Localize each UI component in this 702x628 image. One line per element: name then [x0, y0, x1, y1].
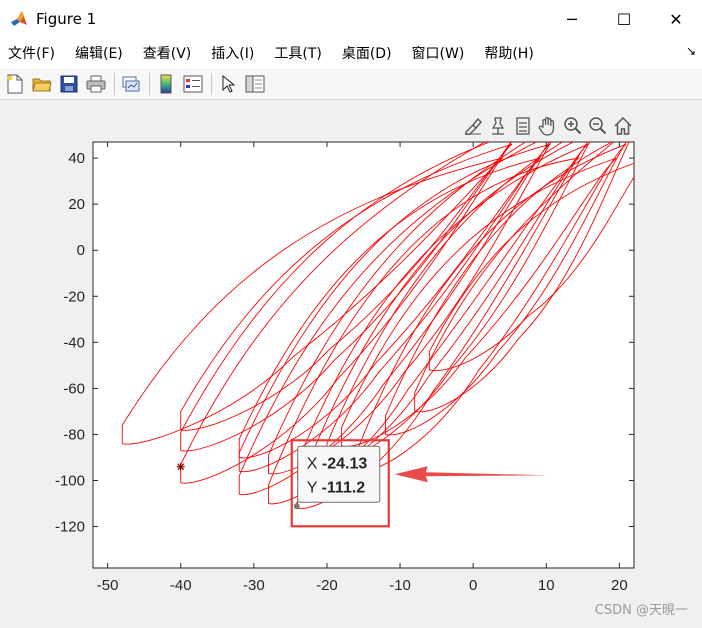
x-tick-label: -10 — [389, 577, 411, 594]
watermark: CSDN @天晛一 — [594, 603, 688, 618]
y-tick-label: -60 — [63, 380, 85, 397]
export-icon[interactable] — [511, 115, 534, 137]
pan-hand-icon[interactable] — [536, 115, 559, 137]
axes-background[interactable] — [92, 141, 635, 569]
x-tick-label: 20 — [611, 577, 628, 594]
x-tick-label: -40 — [170, 577, 192, 594]
zoom-out-icon[interactable] — [586, 115, 609, 137]
x-tick-label: -20 — [316, 577, 338, 594]
home-icon[interactable] — [611, 115, 634, 137]
datatip-x-row: X -24.13 — [307, 455, 368, 472]
y-tick-label: -40 — [63, 334, 85, 351]
axes-toolbar — [461, 115, 634, 137]
y-tick-label: -20 — [63, 288, 85, 305]
y-tick-label: -120 — [55, 519, 85, 536]
y-tick-label: -80 — [63, 426, 85, 443]
y-tick-label: 0 — [77, 242, 85, 259]
x-tick-label: -50 — [97, 577, 119, 594]
y-tick-label: -100 — [55, 472, 85, 489]
y-tick-label: 40 — [68, 150, 85, 167]
x-tick-label: 10 — [538, 577, 555, 594]
x-tick-label: -30 — [243, 577, 265, 594]
data-marker-asterisk[interactable] — [176, 462, 185, 471]
datatip-point[interactable] — [293, 503, 300, 510]
data-tip-icon[interactable] — [486, 115, 509, 137]
y-tick-label: 20 — [68, 196, 85, 213]
chart-plot[interactable]: -50 -40 -30 -20 -10 0 10 2040200-20-40-60-80-10… — [0, 0, 702, 628]
datatip-y-row: Y -111.2 — [307, 479, 366, 496]
brush-icon[interactable] — [461, 115, 484, 137]
x-tick-label: 0 — [469, 577, 477, 594]
zoom-in-icon[interactable] — [561, 115, 584, 137]
